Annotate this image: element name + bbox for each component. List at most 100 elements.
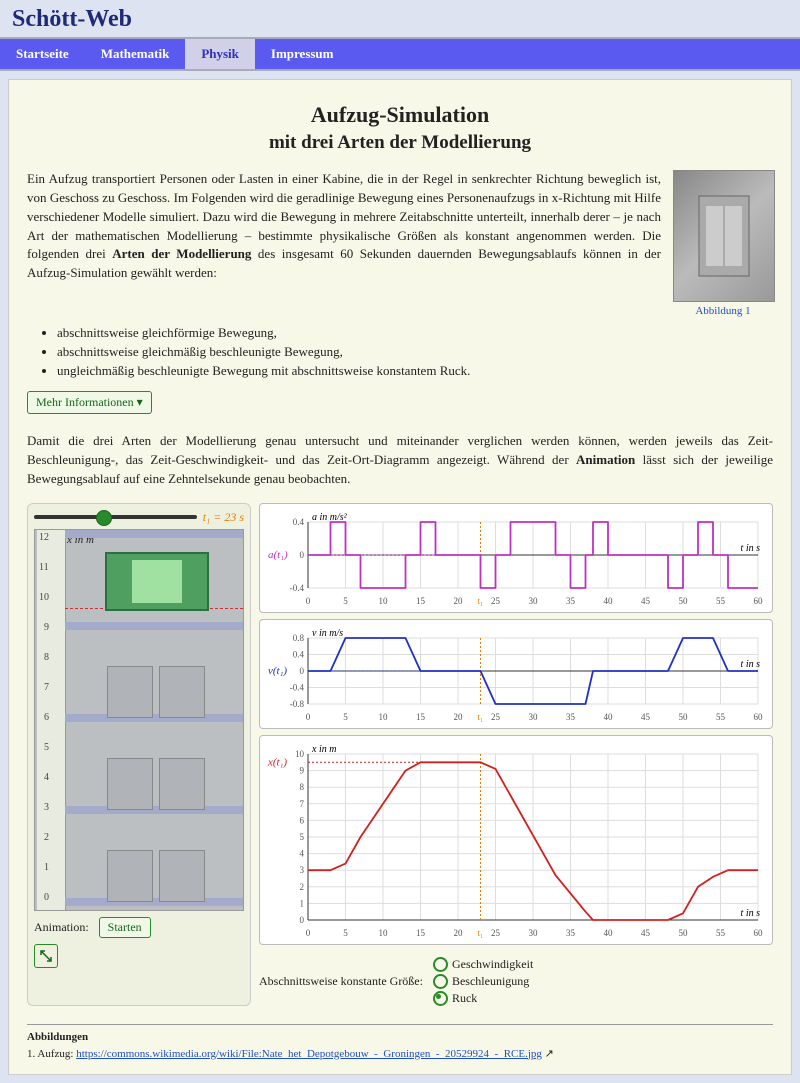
time-value: t₁ = 23 s (203, 510, 244, 525)
svg-text:35: 35 (566, 596, 576, 606)
radio-label: Geschwindigkeit (452, 957, 533, 972)
attrib-label: 1. Aufzug: (27, 1048, 76, 1060)
svg-text:a(t₁): a(t₁) (268, 549, 288, 561)
svg-text:45: 45 (641, 596, 651, 606)
radio-icon (433, 991, 448, 1006)
svg-text:v in m/s: v in m/s (312, 628, 343, 639)
svg-text:5: 5 (343, 596, 348, 606)
svg-text:0.8: 0.8 (293, 633, 305, 643)
photo-placeholder-icon (694, 191, 754, 281)
model-list-item: ungleichmäßig beschleunigte Bewegung mit… (57, 363, 773, 379)
svg-text:55: 55 (716, 596, 726, 606)
svg-text:35: 35 (566, 712, 576, 722)
page-subtitle: mit drei Arten der Modellierung (27, 132, 773, 154)
svg-text:7: 7 (300, 798, 305, 808)
svg-text:10: 10 (379, 712, 389, 722)
svg-text:-0.4: -0.4 (290, 583, 305, 593)
svg-text:0.4: 0.4 (293, 517, 305, 527)
radio-label: Beschleunigung (452, 974, 529, 989)
svg-text:x(t₁): x(t₁) (267, 756, 287, 768)
site-title: Schött-Web (12, 6, 132, 32)
svg-text:9: 9 (300, 765, 305, 775)
radio-geschwindigkeit[interactable]: Geschwindigkeit (433, 957, 533, 972)
svg-text:t₁: t₁ (478, 928, 484, 938)
svg-text:t in s: t in s (741, 543, 761, 554)
svg-text:0: 0 (300, 666, 305, 676)
svg-text:25: 25 (491, 596, 501, 606)
main-nav: StartseiteMathematikPhysikImpressum (0, 37, 800, 71)
svg-text:15: 15 (416, 928, 426, 938)
svg-text:50: 50 (679, 712, 689, 722)
model-list-item: abschnittsweise gleichmäßig beschleunigt… (57, 344, 773, 360)
svg-text:35: 35 (566, 928, 576, 938)
svg-text:v(t₁): v(t₁) (268, 665, 287, 677)
intro-paragraph: Ein Aufzug transportiert Personen oder L… (27, 170, 661, 317)
nav-impressum[interactable]: Impressum (255, 39, 350, 69)
fullscreen-button[interactable] (34, 944, 58, 968)
svg-text:25: 25 (491, 928, 501, 938)
radio-group: Geschwindigkeit Beschleunigung Ruck (433, 957, 533, 1006)
svg-text:t₁: t₁ (478, 712, 484, 722)
radio-icon (433, 957, 448, 972)
building-view: x in m 12 11 (34, 529, 244, 911)
page-title: Aufzug-Simulation (27, 102, 773, 128)
attrib-heading: Abbildungen (27, 1031, 88, 1043)
svg-text:55: 55 (716, 712, 726, 722)
svg-text:t in s: t in s (741, 908, 761, 919)
svg-text:0: 0 (300, 915, 305, 925)
svg-text:55: 55 (716, 928, 726, 938)
svg-text:0: 0 (300, 550, 305, 560)
content: Aufzug-Simulation mit drei Arten der Mod… (8, 79, 792, 1075)
svg-text:60: 60 (754, 712, 764, 722)
chart-position: 051015202530354045505560012345678910t in… (259, 735, 773, 945)
svg-text:10: 10 (379, 928, 389, 938)
nav-physik[interactable]: Physik (185, 39, 255, 69)
svg-text:50: 50 (679, 928, 689, 938)
elevator-photo (673, 170, 775, 302)
nav-startseite[interactable]: Startseite (0, 39, 85, 69)
svg-text:0: 0 (306, 928, 311, 938)
fullscreen-icon (40, 950, 52, 962)
svg-text:6: 6 (300, 815, 305, 825)
svg-text:0.4: 0.4 (293, 649, 305, 659)
time-slider[interactable] (34, 515, 197, 519)
svg-text:60: 60 (754, 596, 764, 606)
svg-text:5: 5 (300, 832, 305, 842)
start-button[interactable]: Starten (99, 917, 151, 938)
svg-text:1: 1 (300, 898, 305, 908)
svg-text:5: 5 (343, 712, 348, 722)
svg-text:8: 8 (300, 782, 305, 792)
radio-beschleunigung[interactable]: Beschleunigung (433, 974, 533, 989)
chart-velocity: 051015202530354045505560-0.8-0.400.40.8t… (259, 619, 773, 729)
svg-text:-0.4: -0.4 (290, 682, 305, 692)
svg-text:25: 25 (491, 712, 501, 722)
svg-text:40: 40 (604, 928, 614, 938)
svg-text:4: 4 (300, 848, 305, 858)
svg-text:15: 15 (416, 596, 426, 606)
svg-text:3: 3 (300, 865, 305, 875)
svg-text:30: 30 (529, 712, 539, 722)
svg-text:t in s: t in s (741, 659, 761, 670)
time-slider-thumb[interactable] (96, 510, 112, 526)
svg-text:45: 45 (641, 928, 651, 938)
svg-text:30: 30 (529, 928, 539, 938)
svg-text:15: 15 (416, 712, 426, 722)
svg-text:45: 45 (641, 712, 651, 722)
svg-text:x in m: x in m (311, 744, 336, 755)
radio-ruck[interactable]: Ruck (433, 991, 533, 1006)
chart-acceleration: 051015202530354045505560-0.400.4t in sa … (259, 503, 773, 613)
paragraph-2: Damit die drei Arten der Modellierung ge… (27, 432, 773, 489)
more-info-toggle[interactable]: Mehr Informationen ▾ (27, 391, 152, 414)
model-list: abschnittsweise gleichförmige Bewegung, a… (57, 325, 773, 379)
attrib-link[interactable]: https://commons.wikimedia.org/wiki/File:… (76, 1048, 542, 1060)
svg-text:20: 20 (454, 928, 464, 938)
radio-icon (433, 974, 448, 989)
figure-caption[interactable]: Abbildung 1 (673, 305, 773, 317)
svg-text:40: 40 (604, 712, 614, 722)
nav-mathematik[interactable]: Mathematik (85, 39, 186, 69)
elevator-cabin (105, 552, 209, 611)
svg-text:50: 50 (679, 596, 689, 606)
model-list-item: abschnittsweise gleichförmige Bewegung, (57, 325, 773, 341)
radio-heading: Abschnittsweise konstante Größe: (259, 974, 423, 989)
simulation-panel: t₁ = 23 s x in m (27, 503, 251, 1006)
